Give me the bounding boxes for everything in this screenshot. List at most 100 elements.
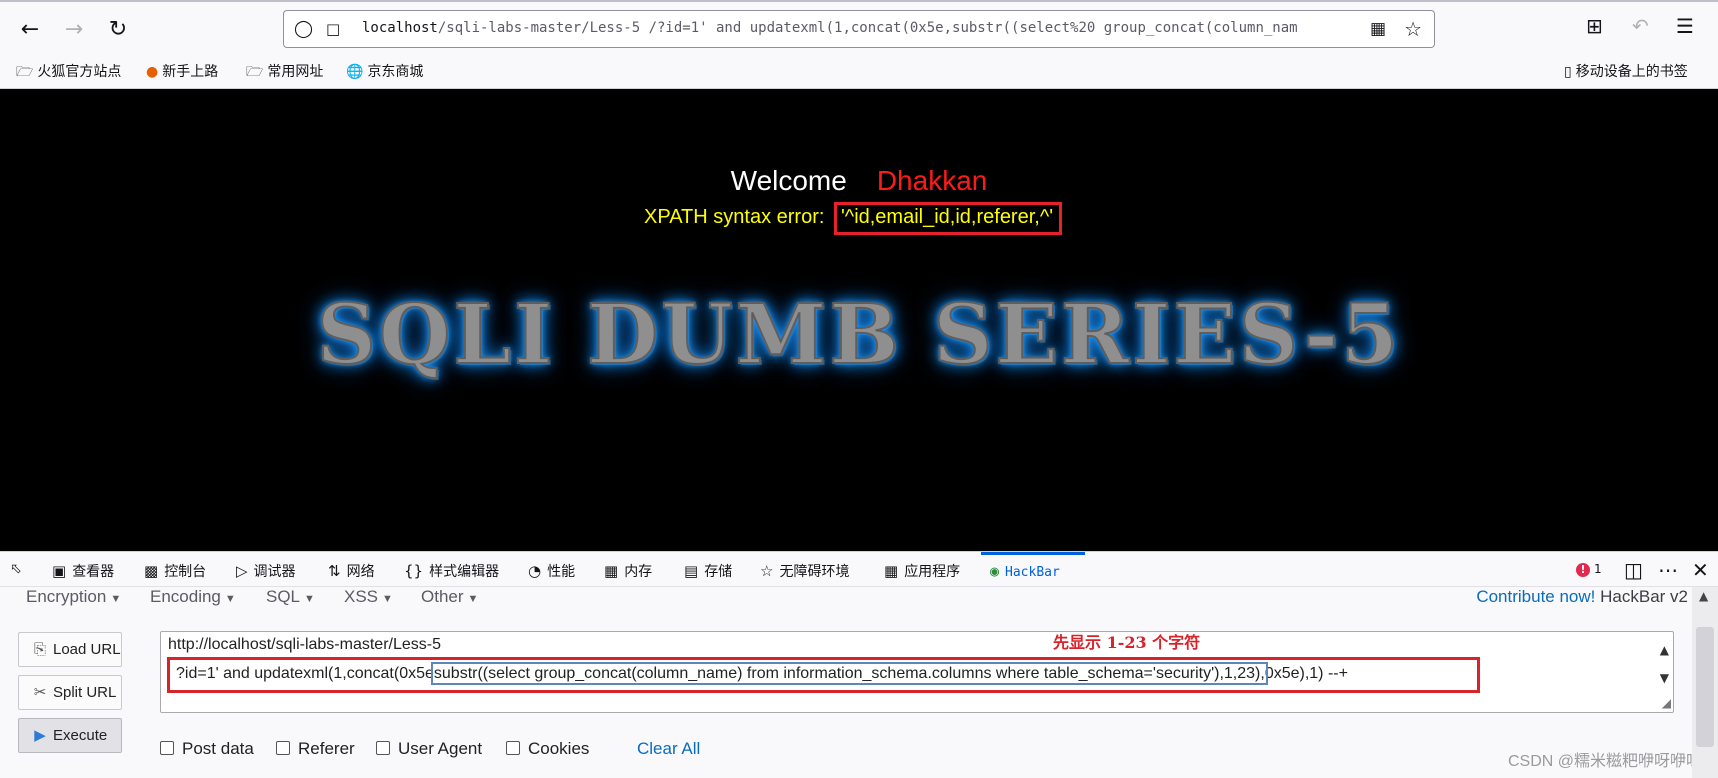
globe-icon: 🌐 <box>346 64 364 80</box>
active-tab-indicator <box>981 552 1085 555</box>
error-highlight-box: '^id,email_id,id,referer,^' <box>833 202 1063 235</box>
tab-debugger[interactable]: ▷ 调试器 <box>236 561 296 581</box>
inspector-icon: ▣ <box>52 562 67 580</box>
screenshot-crop-icon[interactable]: ⊞ <box>1586 14 1603 38</box>
accessibility-icon: ☆ <box>760 562 774 580</box>
tab-storage[interactable]: ▤ 存储 <box>684 561 732 581</box>
folder-icon: 🗁 <box>246 64 264 80</box>
referer-checkbox[interactable]: Referer <box>276 739 355 759</box>
load-url-button[interactable]: ⎘ Load URL <box>18 632 122 667</box>
contribute-area: Contribute now! HackBar v2 <box>1476 587 1688 607</box>
menu-encoding[interactable]: Encoding ▼ <box>150 587 236 607</box>
scrollbar-thumb[interactable] <box>1696 627 1714 747</box>
shield-icon[interactable]: ◯ <box>294 19 313 39</box>
post-data-checkbox[interactable]: Post data <box>160 739 254 759</box>
close-devtools-icon[interactable]: ✕ <box>1692 558 1709 582</box>
checkbox-box[interactable] <box>506 741 520 755</box>
url-host: localhost <box>362 20 438 36</box>
sqli-banner: SQLI DUMB SERIES-5 <box>316 286 1402 384</box>
user-name: Dhakkan <box>876 165 988 196</box>
scroll-up-icon[interactable]: ▲ <box>1699 589 1708 603</box>
tab-application[interactable]: ▦ 应用程序 <box>884 561 960 581</box>
caret-down-icon: ▼ <box>224 593 236 605</box>
caret-down-icon: ▼ <box>382 593 393 605</box>
dock-icon[interactable]: ◫ <box>1624 558 1643 582</box>
tab-style-editor[interactable]: {} 样式编辑器 <box>404 561 499 581</box>
hackbar-version: HackBar v2 <box>1600 587 1688 606</box>
bookmark-item[interactable]: 🌐 京东商城 <box>346 61 423 81</box>
button-label: Split URL <box>53 684 117 701</box>
contribute-link[interactable]: Contribute now! <box>1476 587 1595 606</box>
bookmark-item[interactable]: ● 新手上路 <box>146 61 218 81</box>
menu-label: Encoding <box>150 587 221 606</box>
menu-label: Other <box>421 587 464 606</box>
button-label: Execute <box>53 727 108 744</box>
menu-label: SQL <box>266 587 301 606</box>
tab-label: 调试器 <box>253 564 296 580</box>
query-part-c: 0x5e),1) --+ <box>1264 665 1348 682</box>
page-content: Welcome Dhakkan XPATH syntax error: '^id,… <box>0 89 1718 551</box>
error-icon: ! <box>1576 563 1590 577</box>
tab-label: 控制台 <box>164 564 207 580</box>
back-icon[interactable]: ← <box>14 14 46 46</box>
checkbox-box[interactable] <box>160 741 174 755</box>
checkbox-label: User Agent <box>398 739 483 758</box>
bookmark-star-icon[interactable]: ☆ <box>1404 17 1422 41</box>
reload-icon[interactable]: ↻ <box>102 14 134 46</box>
tab-memory[interactable]: ▦ 内存 <box>604 561 652 581</box>
tab-label: 应用程序 <box>904 564 961 580</box>
error-count-badge[interactable]: ! 1 <box>1576 562 1602 577</box>
tab-label: 查看器 <box>72 564 115 580</box>
console-icon: ▩ <box>144 562 159 580</box>
textarea-scroll-arrows[interactable]: ▲ ▼ <box>1660 636 1669 692</box>
debugger-icon: ▷ <box>236 562 248 580</box>
user-agent-checkbox[interactable]: User Agent <box>376 739 482 759</box>
bookmark-item[interactable]: 🗁 常用网址 <box>246 61 323 85</box>
menu-other[interactable]: Other ▼ <box>421 587 478 607</box>
url-bar[interactable]: ◯ □ localhost/sqli-labs-master/Less-5 /?… <box>283 10 1435 48</box>
bookmark-label: 京东商城 <box>367 64 424 80</box>
url-path: /sqli-labs-master/Less-5 /?id=1' and upd… <box>437 20 1298 36</box>
checkbox-box[interactable] <box>376 741 390 755</box>
caret-down-icon: ▼ <box>467 593 479 605</box>
cookies-checkbox[interactable]: Cookies <box>506 739 589 759</box>
mobile-bookmarks[interactable]: ▯ 移动设备上的书签 <box>1564 61 1688 81</box>
undo-icon: ↶ <box>1632 14 1649 38</box>
clear-all-link[interactable]: Clear All <box>637 739 700 759</box>
tab-network[interactable]: ⇅ 网络 <box>328 561 375 581</box>
panel-scrollbar[interactable]: ▲ <box>1692 587 1718 778</box>
menu-sql[interactable]: SQL ▼ <box>266 587 315 607</box>
menu-icon[interactable]: ☰ <box>1676 14 1694 38</box>
inspect-picker-icon[interactable]: ⬁ <box>10 561 22 577</box>
split-url-button[interactable]: ✂ Split URL <box>18 675 122 710</box>
tab-label: 存储 <box>704 564 733 580</box>
checkbox-box[interactable] <box>276 741 290 755</box>
url-textarea[interactable]: http://localhost/sqli-labs-master/Less-5… <box>160 631 1674 713</box>
tab-console[interactable]: ▩ 控制台 <box>144 561 206 581</box>
menu-xss[interactable]: XSS ▼ <box>344 587 393 607</box>
qr-code-icon[interactable]: ▦ <box>1370 19 1386 39</box>
bookmark-item[interactable]: 🗁 火狐官方站点 <box>16 61 121 85</box>
firefox-icon: ● <box>146 64 159 80</box>
more-options-icon[interactable]: ⋯ <box>1658 558 1678 582</box>
bookmark-label: 火狐官方站点 <box>37 64 122 80</box>
resize-handle-icon[interactable]: ◢ <box>1662 696 1671 710</box>
tab-label: 网络 <box>346 564 375 580</box>
caret-down-icon: ▼ <box>304 593 315 605</box>
url-text[interactable]: localhost/sqli-labs-master/Less-5 /?id=1… <box>362 20 1362 36</box>
tab-performance[interactable]: ◔ 性能 <box>528 561 575 581</box>
caret-down-icon: ▼ <box>110 593 122 605</box>
load-url-icon: ⎘ <box>33 641 46 658</box>
tab-hackbar[interactable]: ◉ HackBar <box>990 562 1060 580</box>
tab-label: HackBar <box>1005 565 1060 580</box>
checkbox-label: Post data <box>182 739 254 758</box>
storage-icon: ▤ <box>684 562 699 580</box>
menu-encryption[interactable]: Encryption ▼ <box>26 587 121 607</box>
tab-label: 性能 <box>547 564 576 580</box>
tab-inspector[interactable]: ▣ 查看器 <box>52 561 114 581</box>
bookmark-label: 新手上路 <box>162 64 219 80</box>
error-count: 1 <box>1594 562 1602 576</box>
tab-accessibility[interactable]: ☆ 无障碍环境 <box>760 561 849 581</box>
execute-button[interactable]: ▶ Execute <box>18 718 122 753</box>
page-info-icon[interactable]: □ <box>326 20 340 38</box>
